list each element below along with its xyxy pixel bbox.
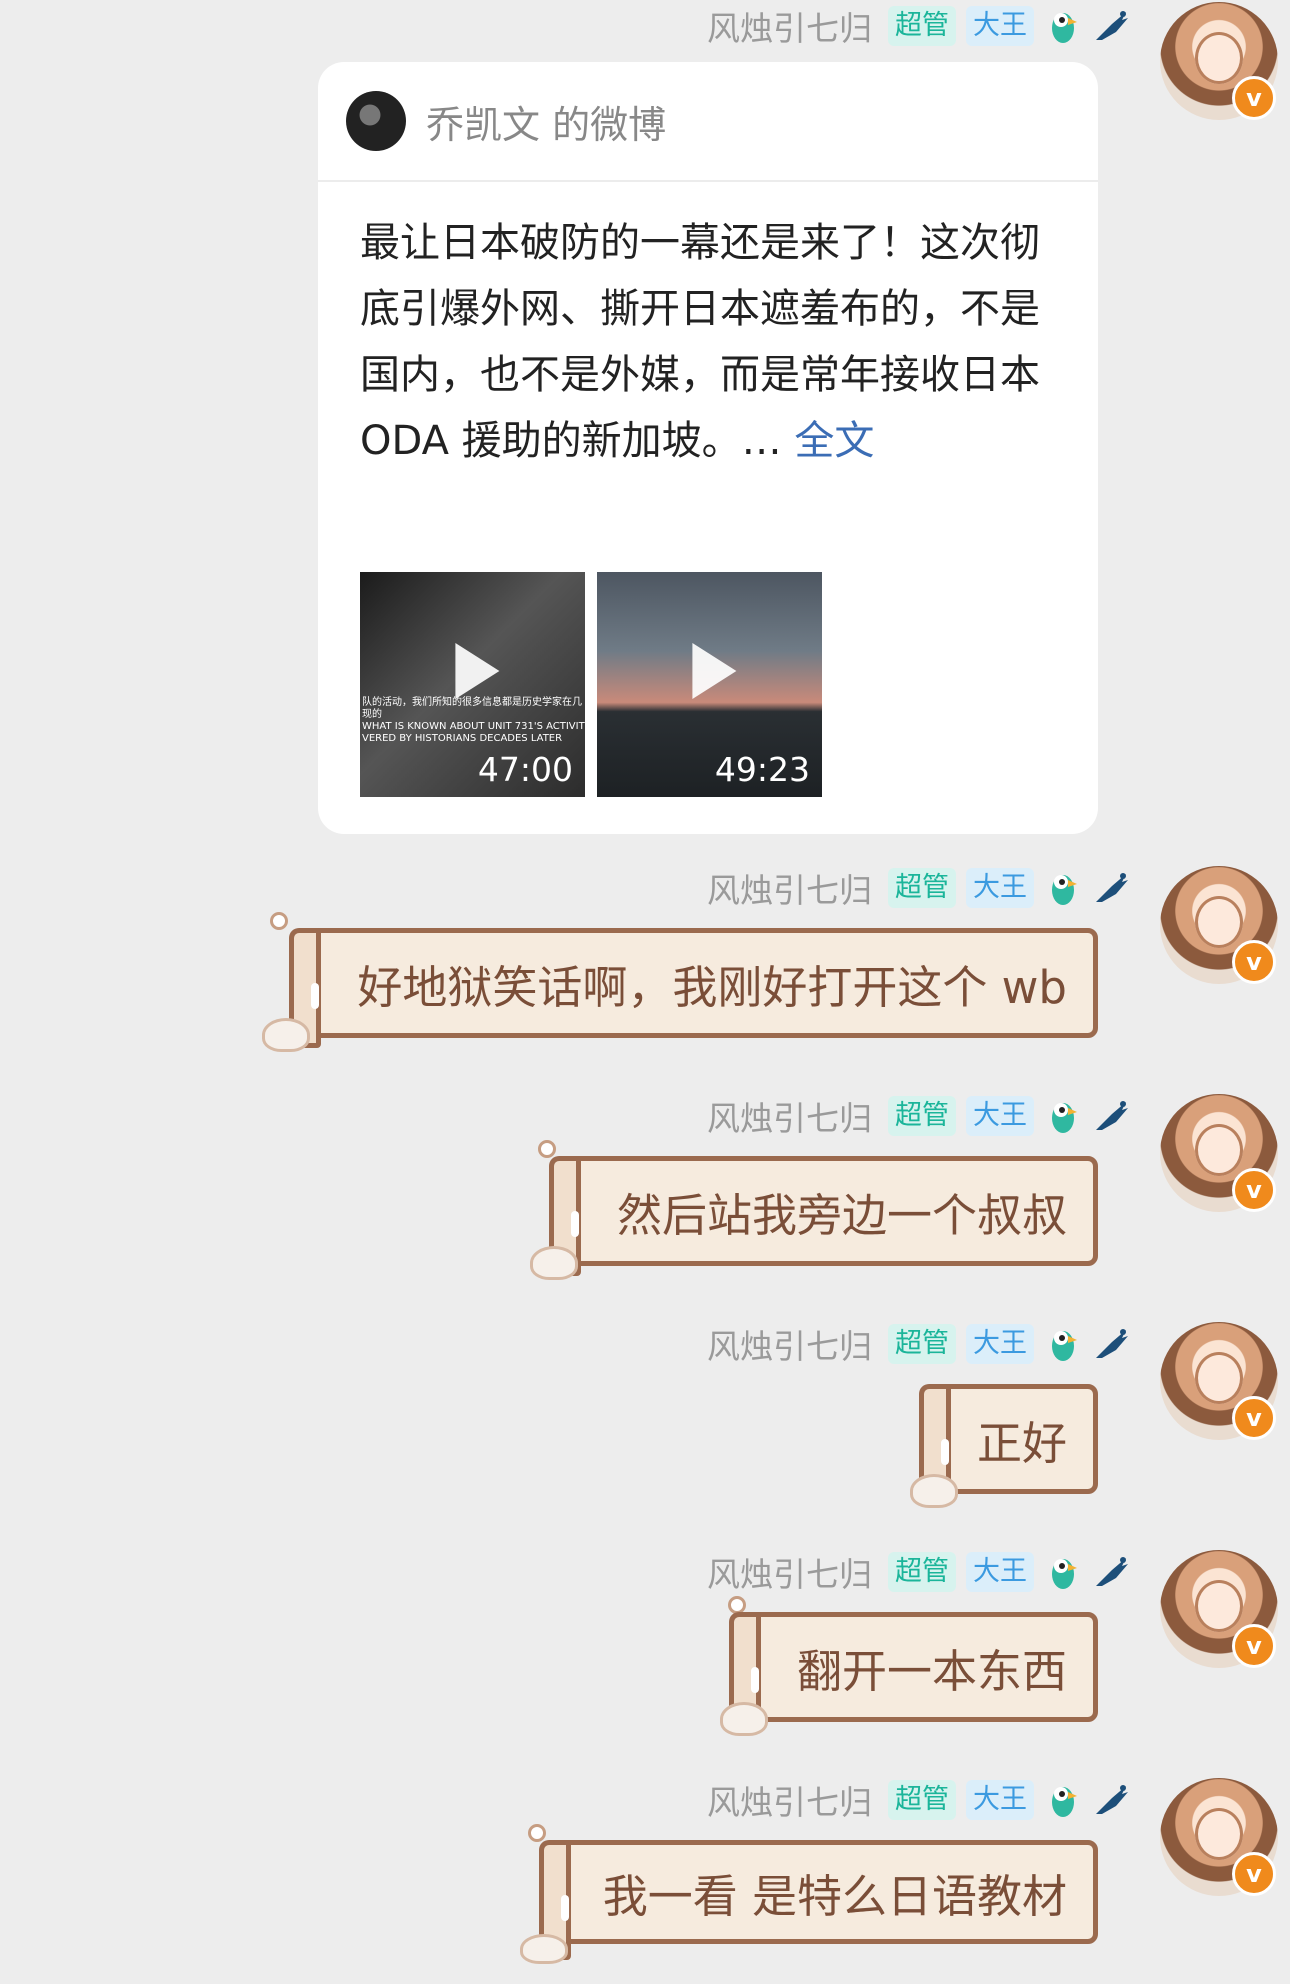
bubble-decoration xyxy=(520,1934,568,1964)
message-header: 风烛引七归 超管 大王 xyxy=(707,6,1130,48)
play-icon xyxy=(691,643,736,699)
weibo-author-avatar xyxy=(346,91,406,151)
super-admin-badge: 超管 xyxy=(888,6,956,46)
super-admin-badge: 超管 xyxy=(888,868,956,908)
sender-name[interactable]: 风烛引七归 xyxy=(707,1776,872,1824)
bubble-decoration xyxy=(262,1018,310,1052)
message-text: 我一看 是特么日语教材 xyxy=(602,1869,1067,1923)
verified-icon: v xyxy=(1232,1624,1276,1668)
fulltext-link[interactable]: 全文 xyxy=(794,418,874,464)
parrot-medal-icon xyxy=(1052,1787,1077,1817)
avatar[interactable]: v xyxy=(1160,1550,1278,1668)
sender-name[interactable]: 风烛引七归 xyxy=(707,864,872,912)
parrot-medal-icon xyxy=(1052,1559,1077,1589)
bubble-decoration xyxy=(538,1140,556,1158)
king-badge: 大王 xyxy=(966,1552,1034,1592)
message-bubble[interactable]: 正好 xyxy=(919,1384,1098,1504)
message-text: 然后站我旁边一个叔叔 xyxy=(616,1188,1067,1242)
bubble-decoration xyxy=(270,912,288,930)
sender-name[interactable]: 风烛引七归 xyxy=(707,1320,872,1368)
bubble-decoration xyxy=(910,1474,958,1508)
message-header: 风烛引七归 超管 大王 xyxy=(707,1096,1130,1138)
weibo-text: 最让日本破防的一幕还是来了！这次彻底引爆外网、撕开日本遮羞布的，不是国内，也不是… xyxy=(360,220,1040,464)
king-badge: 大王 xyxy=(966,1096,1034,1136)
verified-icon: v xyxy=(1232,1396,1276,1440)
sender-name[interactable]: 风烛引七归 xyxy=(707,1548,872,1596)
video-thumbnails: 队的活动，我们所知的很多信息都是历史学家在几 现的 WHAT IS KNOWN … xyxy=(360,572,822,797)
bubble-decoration xyxy=(528,1824,546,1842)
sender-name[interactable]: 风烛引七归 xyxy=(707,1092,872,1140)
king-badge: 大王 xyxy=(966,1324,1034,1364)
video-duration: 47:00 xyxy=(477,750,573,789)
bird-medal-icon xyxy=(1096,1329,1128,1358)
bubble-decoration xyxy=(530,1246,578,1280)
sender-name[interactable]: 风烛引七归 xyxy=(707,2,872,50)
super-admin-badge: 超管 xyxy=(888,1324,956,1364)
avatar[interactable]: v xyxy=(1160,866,1278,984)
message-text: 好地狱笑话啊，我刚好打开这个 wb xyxy=(357,960,1067,1014)
weibo-card-header: 乔凯文 的微博 xyxy=(318,62,1098,182)
message-header: 风烛引七归 超管 大王 xyxy=(707,1324,1130,1366)
verified-icon: v xyxy=(1232,76,1276,120)
super-admin-badge: 超管 xyxy=(888,1552,956,1592)
weibo-card[interactable]: 乔凯文 的微博 最让日本破防的一幕还是来了！这次彻底引爆外网、撕开日本遮羞布的，… xyxy=(318,62,1098,834)
message-bubble[interactable]: 翻开一本东西 xyxy=(729,1612,1098,1732)
parrot-medal-icon xyxy=(1052,875,1077,905)
king-badge: 大王 xyxy=(966,868,1034,908)
parrot-medal-icon xyxy=(1052,1103,1077,1133)
video-subtitle: 队的活动，我们所知的很多信息都是历史学家在几 现的 WHAT IS KNOWN … xyxy=(362,697,585,744)
message-header: 风烛引七归 超管 大王 xyxy=(707,1552,1130,1594)
bird-medal-icon xyxy=(1096,11,1128,40)
parrot-medal-icon xyxy=(1052,1331,1077,1361)
king-badge: 大王 xyxy=(966,1780,1034,1820)
bird-medal-icon xyxy=(1096,873,1128,902)
super-admin-badge: 超管 xyxy=(888,1096,956,1136)
bird-medal-icon xyxy=(1096,1557,1128,1586)
king-badge: 大王 xyxy=(966,6,1034,46)
play-icon xyxy=(454,643,499,699)
message-text: 翻开一本东西 xyxy=(796,1644,1067,1698)
avatar[interactable]: v xyxy=(1160,1778,1278,1896)
bird-medal-icon xyxy=(1096,1785,1128,1814)
avatar[interactable]: v xyxy=(1160,1094,1278,1212)
video-thumbnail[interactable]: 队的活动，我们所知的很多信息都是历史学家在几 现的 WHAT IS KNOWN … xyxy=(360,572,585,797)
bubble-decoration xyxy=(720,1702,768,1736)
video-thumbnail[interactable]: 49:23 xyxy=(597,572,822,797)
verified-icon: v xyxy=(1232,1852,1276,1896)
message-text: 正好 xyxy=(976,1416,1067,1470)
message-header: 风烛引七归 超管 大王 xyxy=(707,868,1130,910)
super-admin-badge: 超管 xyxy=(888,1780,956,1820)
verified-icon: v xyxy=(1232,1168,1276,1212)
message-header: 风烛引七归 超管 大王 xyxy=(707,1780,1130,1822)
message-bubble[interactable]: 好地狱笑话啊，我刚好打开这个 wb xyxy=(289,928,1098,1048)
avatar[interactable]: v xyxy=(1160,2,1278,120)
weibo-card-text: 最让日本破防的一幕还是来了！这次彻底引爆外网、撕开日本遮羞布的，不是国内，也不是… xyxy=(318,182,1098,474)
verified-icon: v xyxy=(1232,940,1276,984)
bird-medal-icon xyxy=(1096,1101,1128,1130)
message-bubble[interactable]: 然后站我旁边一个叔叔 xyxy=(549,1156,1098,1276)
weibo-card-title: 乔凯文 的微博 xyxy=(426,102,667,147)
message-bubble[interactable]: 我一看 是特么日语教材 xyxy=(539,1840,1098,1960)
avatar[interactable]: v xyxy=(1160,1322,1278,1440)
video-duration: 49:23 xyxy=(714,750,810,789)
parrot-medal-icon xyxy=(1052,13,1077,43)
